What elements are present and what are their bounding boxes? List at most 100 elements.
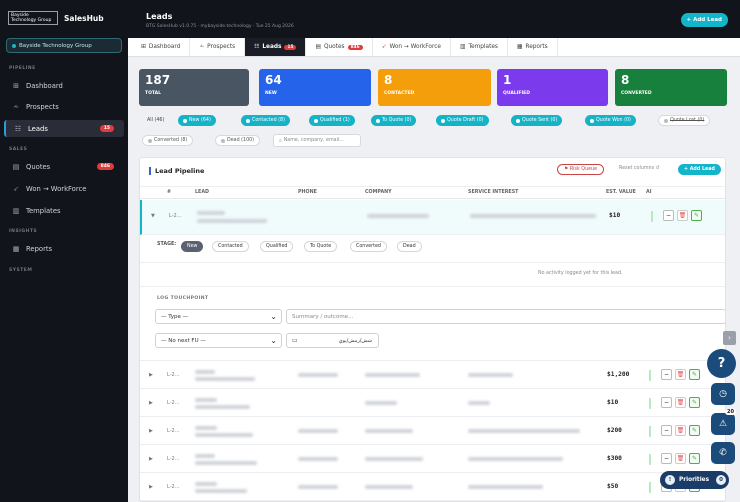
- filter-converted[interactable]: Converted (8): [142, 135, 194, 146]
- stat-card-converted[interactable]: 8 CONVERTED: [615, 69, 727, 106]
- col-phone[interactable]: PHONE: [298, 190, 317, 195]
- lead-pipeline-panel: Lead Pipeline ⚑ Risk Queue Reset columns…: [139, 157, 726, 502]
- minimize-button[interactable]: −: [661, 453, 672, 464]
- stage-contacted[interactable]: Contacted: [212, 241, 249, 252]
- stage-dead[interactable]: Dead: [397, 241, 422, 252]
- sidebar: Bayside Technology Group SalesHub Baysid…: [0, 0, 128, 502]
- tab-quotes[interactable]: ▤ Quotes 846: [306, 38, 373, 56]
- risk-queue-button[interactable]: ⚑ Risk Queue: [557, 164, 605, 175]
- stat-card-contacted[interactable]: 8 CONTACTED: [378, 69, 491, 106]
- expand-chevron-icon[interactable]: ▶: [149, 456, 153, 462]
- stat-card-new[interactable]: 64 NEW: [259, 69, 371, 106]
- call-button[interactable]: ✆: [711, 442, 735, 464]
- delete-icon[interactable]: 🗑: [675, 369, 686, 380]
- tab-templates[interactable]: ▥ Templates: [451, 38, 508, 56]
- next-followup-select[interactable]: — No next FU — ⌄: [155, 333, 282, 348]
- table-row[interactable]: ▶ L-2... $50 − 🗑 ✎: [140, 474, 725, 501]
- col-service-interest[interactable]: SERVICE INTEREST: [468, 190, 518, 195]
- followup-date-input[interactable]: ▭ شش/رمش/يوي: [286, 333, 379, 348]
- alerts-button[interactable]: ⚠: [711, 413, 735, 435]
- search-input[interactable]: ⌕ Name, company, email...: [273, 134, 361, 147]
- minimize-button[interactable]: −: [663, 210, 674, 221]
- expand-chevron-icon[interactable]: ▶: [149, 428, 153, 434]
- table-row[interactable]: ▶ L-2... $1,200 − 🗑 ✎: [140, 362, 725, 389]
- tab-dashboard[interactable]: ⊞ Dashboard: [132, 38, 191, 56]
- redacted-text: [468, 485, 543, 489]
- col-lead[interactable]: LEAD: [195, 190, 209, 195]
- delete-icon[interactable]: 🗑: [677, 210, 688, 221]
- stage-new[interactable]: New: [181, 241, 204, 252]
- redacted-text: [195, 482, 217, 486]
- tab-won-workforce[interactable]: ➶ Won → WorkForce: [373, 38, 451, 56]
- sidebar-item-quotes[interactable]: ▤ Quotes 846: [4, 158, 124, 175]
- col-number[interactable]: #: [167, 190, 171, 195]
- scroll-right-button[interactable]: ›: [723, 331, 736, 345]
- delete-icon[interactable]: 🗑: [675, 453, 686, 464]
- sidebar-item-leads[interactable]: ☷ Leads 15: [4, 120, 124, 137]
- tab-label: Leads: [262, 44, 282, 50]
- section-sales: SALES: [9, 147, 28, 152]
- help-button[interactable]: ?: [707, 349, 736, 378]
- edit-icon[interactable]: ✎: [689, 453, 700, 464]
- table-row[interactable]: ▶ L-2... $300 − 🗑 ✎: [140, 446, 725, 473]
- tab-prospects[interactable]: ⩪ Prospects: [190, 38, 246, 56]
- expand-chevron-icon[interactable]: ▶: [149, 400, 153, 406]
- expand-chevron-icon[interactable]: ▶: [149, 484, 153, 490]
- delete-icon[interactable]: 🗑: [675, 425, 686, 436]
- sidebar-item-prospects[interactable]: ⩪ Prospects: [4, 98, 124, 115]
- touchpoint-type-select[interactable]: — Type — ⌄: [155, 309, 282, 324]
- col-est-value[interactable]: EST. VALUE: [606, 190, 636, 195]
- stage-qualified[interactable]: Qualified: [260, 241, 294, 252]
- filter-quote-sent[interactable]: Quote Sent (0): [511, 115, 563, 126]
- filter-qualified[interactable]: Qualified (1): [309, 115, 355, 126]
- edit-icon[interactable]: ✎: [689, 397, 700, 408]
- lead-id: L-2...: [167, 456, 180, 462]
- panel-add-lead-button[interactable]: + Add Lead: [678, 164, 721, 175]
- redacted-text: [365, 429, 413, 433]
- rocket-icon: ➶: [381, 44, 387, 50]
- delete-icon[interactable]: 🗑: [675, 397, 686, 408]
- priorities-button[interactable]: ! Priorities 0: [660, 471, 729, 489]
- sidebar-item-won-workforce[interactable]: ➶ Won → WorkForce: [4, 180, 124, 197]
- minimize-button[interactable]: −: [661, 369, 672, 380]
- filter-quote-lost[interactable]: Quote Lost (0): [658, 115, 711, 126]
- reset-columns-button[interactable]: Reset columns ↺: [619, 166, 660, 171]
- table-row[interactable]: ▶ L-2... $200 − 🗑 ✎: [140, 418, 725, 445]
- clock-button[interactable]: ◷: [711, 383, 735, 405]
- table-row[interactable]: ▶ L-2... $10 − 🗑 ✎: [140, 390, 725, 417]
- stage-converted[interactable]: Converted: [350, 241, 387, 252]
- col-ai[interactable]: AI: [646, 190, 652, 195]
- filter-all[interactable]: All (46): [142, 115, 169, 126]
- tab-reports[interactable]: ▦ Reports: [508, 38, 558, 56]
- table-row[interactable]: ▼ L-2... $10 − 🗑 ✎: [140, 200, 725, 235]
- collapse-chevron-icon[interactable]: ▼: [151, 213, 155, 219]
- sidebar-item-dashboard[interactable]: ⊞ Dashboard: [4, 77, 124, 94]
- redacted-text: [365, 373, 420, 377]
- filter-contacted[interactable]: Contacted (8): [241, 115, 290, 126]
- filter-dead[interactable]: Dead (100): [215, 135, 261, 146]
- tab-leads[interactable]: ☷ Leads 15: [245, 38, 307, 56]
- edit-icon[interactable]: ✎: [691, 210, 702, 221]
- minimize-button[interactable]: −: [661, 425, 672, 436]
- minimize-button[interactable]: −: [661, 397, 672, 408]
- warning-icon: ⚠: [718, 419, 728, 429]
- filter-quote-draft[interactable]: Quote Draft (0): [436, 115, 489, 126]
- add-lead-button[interactable]: + Add Lead: [680, 13, 728, 27]
- redacted-text: [365, 401, 397, 405]
- org-switcher[interactable]: Bayside Technology Group: [6, 38, 122, 53]
- stat-card-total[interactable]: 187 TOTAL: [139, 69, 249, 106]
- sidebar-item-templates[interactable]: ▥ Templates: [4, 202, 124, 219]
- edit-icon[interactable]: ✎: [689, 369, 700, 380]
- stage-to-quote[interactable]: To Quote: [304, 241, 338, 252]
- filter-to-quote[interactable]: To Quote (0): [371, 115, 417, 126]
- filter-new[interactable]: New (64): [178, 115, 216, 126]
- stat-card-qualified[interactable]: 1 QUALIFIED: [497, 69, 608, 106]
- col-company[interactable]: COMPANY: [365, 190, 392, 195]
- edit-icon[interactable]: ✎: [689, 425, 700, 436]
- expand-chevron-icon[interactable]: ▶: [149, 372, 153, 378]
- sidebar-item-reports[interactable]: ▦ Reports: [4, 240, 124, 257]
- filter-quote-won[interactable]: Quote Won (0): [585, 115, 636, 126]
- summary-input[interactable]: Summary / outcome...: [286, 309, 725, 324]
- priorities-count: 0: [716, 475, 727, 485]
- redacted-text: [468, 373, 513, 377]
